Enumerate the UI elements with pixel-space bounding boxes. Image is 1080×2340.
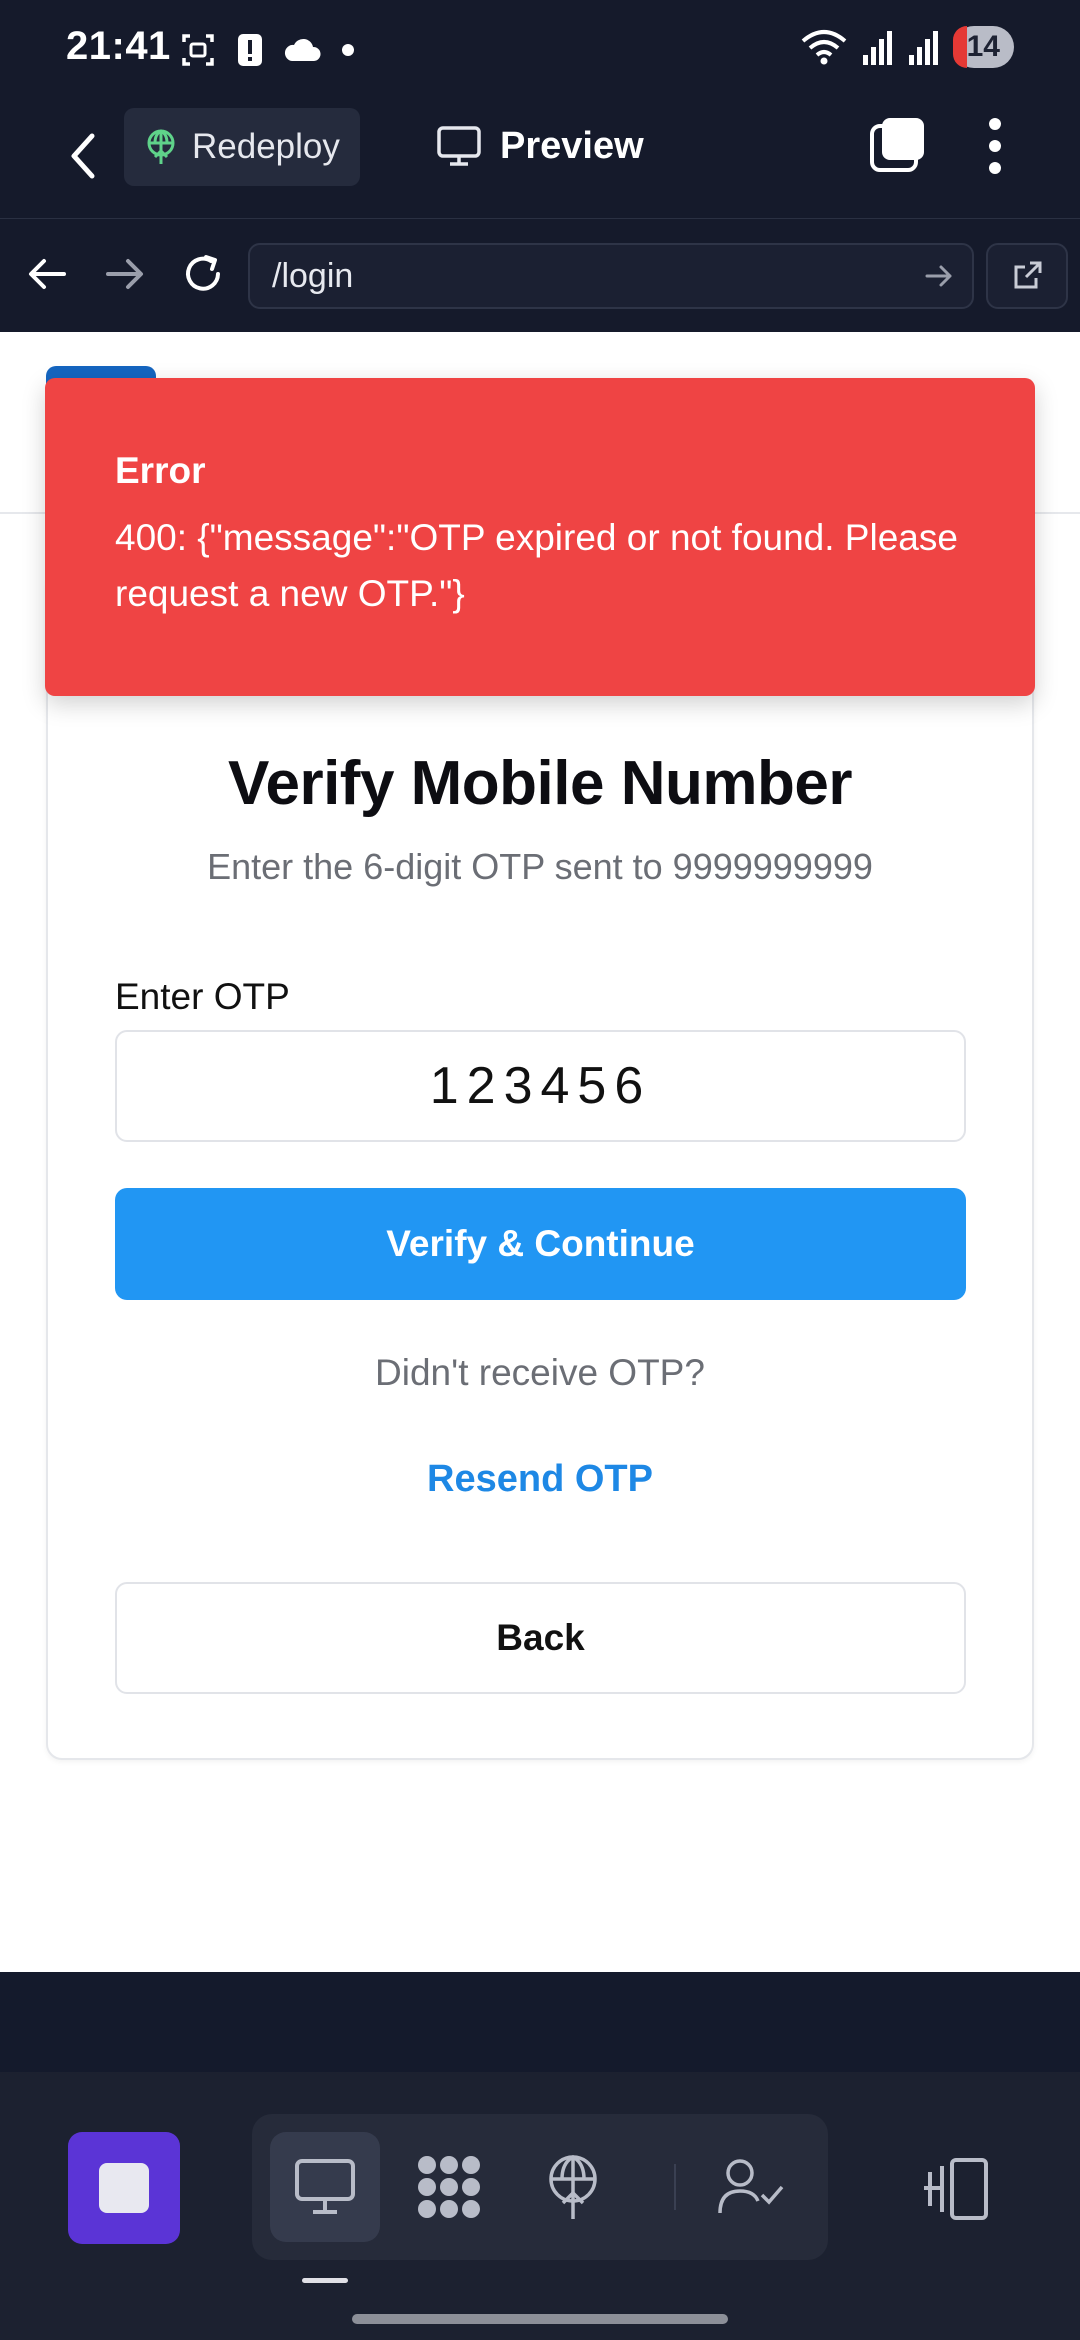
cloud-icon [284,38,321,61]
active-tool-indicator [302,2278,348,2283]
signal-icon [862,31,892,65]
otp-label: Enter OTP [115,976,290,1017]
open-external-button[interactable] [986,243,1068,309]
status-icons-right: 14 [799,26,1014,68]
back-chevron-icon[interactable] [58,126,108,186]
browser-back-icon[interactable] [22,249,72,299]
alert-icon [238,34,262,66]
toast-title: Error [115,450,206,491]
preview-button[interactable]: Preview [436,116,644,176]
tool-deploy[interactable] [518,2132,628,2242]
page-title: Verify Mobile Number [228,749,852,818]
home-indicator[interactable] [352,2314,728,2324]
url-bar[interactable]: /login [248,243,974,309]
tabs-icon[interactable] [868,116,926,174]
back-button[interactable]: Back [115,1582,966,1694]
browser-forward-icon[interactable] [100,249,150,299]
external-link-icon [1014,261,1042,289]
browser-bar: /login [0,218,1080,332]
verify-continue-button[interactable]: Verify & Continue [115,1188,966,1300]
tool-user-check[interactable] [696,2132,806,2242]
tool-apps[interactable] [394,2132,504,2242]
url-text: /login [272,256,354,295]
battery-indicator: 14 [952,26,1014,68]
monitor-icon [437,126,481,166]
battery-level: 14 [966,30,1000,63]
desktop-icon [295,2159,355,2214]
redeploy-icon [147,129,175,164]
tool-desktop[interactable] [270,2132,380,2242]
resend-otp-link[interactable]: Resend OTP [0,1458,1080,1501]
tool-group [252,2114,828,2260]
apps-icon [418,2156,480,2218]
reload-icon[interactable] [178,249,228,299]
stop-button[interactable] [68,2132,180,2244]
dot-icon [342,44,354,56]
preview-label: Preview [500,124,644,167]
status-bar: 21:41 14 [0,0,1080,98]
tool-divider [674,2164,676,2210]
status-time: 21:41 [66,24,171,68]
signal-icon [908,31,938,65]
otp-input[interactable] [115,1030,966,1142]
app-header: Redeploy Preview [0,98,1080,218]
user-check-icon [718,2159,784,2214]
didnt-receive-text: Didn't receive OTP? [375,1352,705,1393]
status-icons-left [178,30,356,70]
error-toast[interactable]: Error 400: {"message":"OTP expired or no… [45,378,1035,696]
stop-icon [99,2163,149,2213]
wifi-icon [801,30,846,65]
deploy-icon [549,2155,597,2219]
bottom-dock [0,2072,1080,2340]
screenshot-icon [182,34,214,66]
toast-message: 400: {"message":"OTP expired or not foun… [115,517,958,614]
redeploy-label: Redeploy [192,127,340,166]
more-options-icon[interactable] [978,116,1012,176]
dock-spacer [0,1972,1080,2072]
url-go-icon[interactable] [922,259,956,293]
redeploy-button[interactable]: Redeploy [124,108,360,186]
side-panel-icon[interactable] [920,2154,992,2226]
page-subtitle: Enter the 6-digit OTP sent to 9999999999 [207,846,873,887]
